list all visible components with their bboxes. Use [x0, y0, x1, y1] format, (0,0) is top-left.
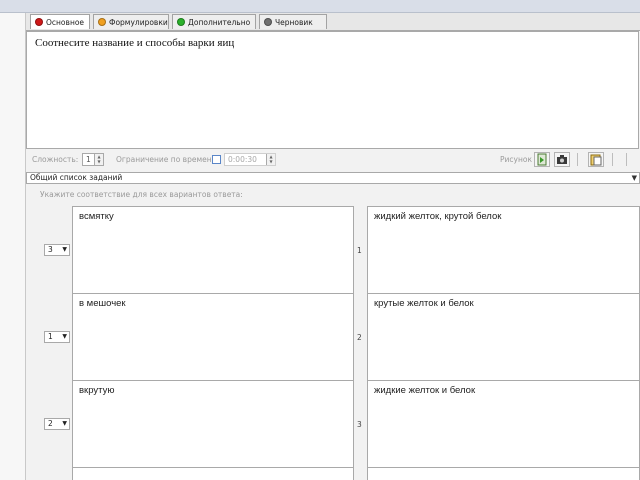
- toolbar-separator: [612, 153, 613, 166]
- match-select[interactable]: 1 ▼: [44, 331, 70, 343]
- dropdown-arrow-icon: ▼: [62, 246, 67, 253]
- question-editor[interactable]: Соотнесите название и способы варки яиц: [26, 31, 639, 149]
- time-value: 0:00:30: [228, 155, 257, 164]
- window-title-strip: [0, 0, 640, 13]
- camera-icon: [557, 155, 567, 164]
- tab-formulirovki[interactable]: Формулировки: [93, 14, 169, 29]
- right-item-number: 2: [357, 333, 362, 342]
- right-item-number: 3: [357, 420, 362, 429]
- instruction-text: Укажите соответствие для всех вариантов …: [40, 190, 243, 199]
- left-item-cell[interactable]: [72, 467, 354, 480]
- right-item-cell[interactable]: [367, 467, 640, 480]
- picture-label: Рисунок: [500, 155, 532, 164]
- match-select[interactable]: 2 ▼: [44, 418, 70, 430]
- task-list-value: Общий список заданий: [30, 173, 123, 182]
- toolbar-separator: [626, 153, 627, 166]
- tab-label: Основное: [46, 17, 85, 27]
- left-item-cell[interactable]: всмятку: [72, 206, 354, 294]
- tab-dopolnitelno[interactable]: Дополнительно: [172, 14, 256, 29]
- tab-chernovik[interactable]: Черновик: [259, 14, 327, 29]
- right-item-cell[interactable]: жидкий желток, крутой белок: [367, 206, 640, 294]
- dropdown-arrow-icon: ▼: [62, 333, 67, 340]
- red-circle-icon: [35, 18, 43, 26]
- left-gutter: [0, 13, 26, 480]
- task-list-dropdown[interactable]: Общий список заданий ▼: [26, 172, 640, 184]
- paste-button[interactable]: [588, 152, 604, 167]
- options-bar: Сложность: 1 ▲ ▼ Ограничение по времени: …: [26, 150, 640, 170]
- tab-bar: Основное Формулировки Дополнительно Черн…: [26, 13, 640, 31]
- camera-button[interactable]: [554, 152, 570, 167]
- dropdown-arrow-icon: ▼: [631, 174, 637, 182]
- right-item-text: крутые желток и белок: [374, 298, 474, 309]
- left-item-cell[interactable]: вкрутую: [72, 380, 354, 468]
- tab-label: Дополнительно: [188, 17, 251, 27]
- right-item-text: жидкие желток и белок: [374, 385, 476, 396]
- question-text: Соотнесите название и способы варки яиц: [35, 37, 235, 49]
- left-item-cell[interactable]: в мешочек: [72, 293, 354, 381]
- match-select-value: 3: [48, 245, 53, 254]
- tab-osnovnoe[interactable]: Основное: [30, 14, 90, 29]
- left-item-text: вкрутую: [79, 385, 115, 396]
- match-select-value: 2: [48, 419, 53, 428]
- dropdown-arrow-icon: ▼: [62, 420, 67, 427]
- tab-label: Формулировки: [109, 17, 168, 27]
- left-item-text: всмятку: [79, 211, 114, 222]
- time-limit-spinner[interactable]: 0:00:30 ▲ ▼: [224, 153, 276, 166]
- clipboard-icon: [590, 154, 602, 166]
- time-limit-checkbox[interactable]: [212, 155, 221, 164]
- right-item-text: жидкий желток, крутой белок: [374, 211, 502, 222]
- left-item-text: в мешочек: [79, 298, 126, 309]
- gray-circle-icon: [264, 18, 272, 26]
- tab-label: Черновик: [275, 17, 313, 27]
- spinner-arrows-icon[interactable]: ▲ ▼: [266, 154, 275, 165]
- orange-circle-icon: [98, 18, 106, 26]
- right-item-cell[interactable]: крутые желток и белок: [367, 293, 640, 381]
- spinner-arrows-icon[interactable]: ▲ ▼: [94, 154, 103, 165]
- match-select[interactable]: 3 ▼: [44, 244, 70, 256]
- difficulty-value: 1: [86, 155, 91, 164]
- time-limit-label: Ограничение по времени:: [116, 155, 220, 164]
- toolbar-separator: [577, 153, 578, 166]
- difficulty-spinner[interactable]: 1 ▲ ▼: [82, 153, 104, 166]
- difficulty-label: Сложность:: [32, 155, 79, 164]
- right-item-number: 1: [357, 246, 362, 255]
- right-item-cell[interactable]: жидкие желток и белок: [367, 380, 640, 468]
- picture-icon: [537, 153, 547, 166]
- match-select-value: 1: [48, 332, 53, 341]
- insert-picture-button[interactable]: [534, 152, 550, 167]
- green-circle-icon: [177, 18, 185, 26]
